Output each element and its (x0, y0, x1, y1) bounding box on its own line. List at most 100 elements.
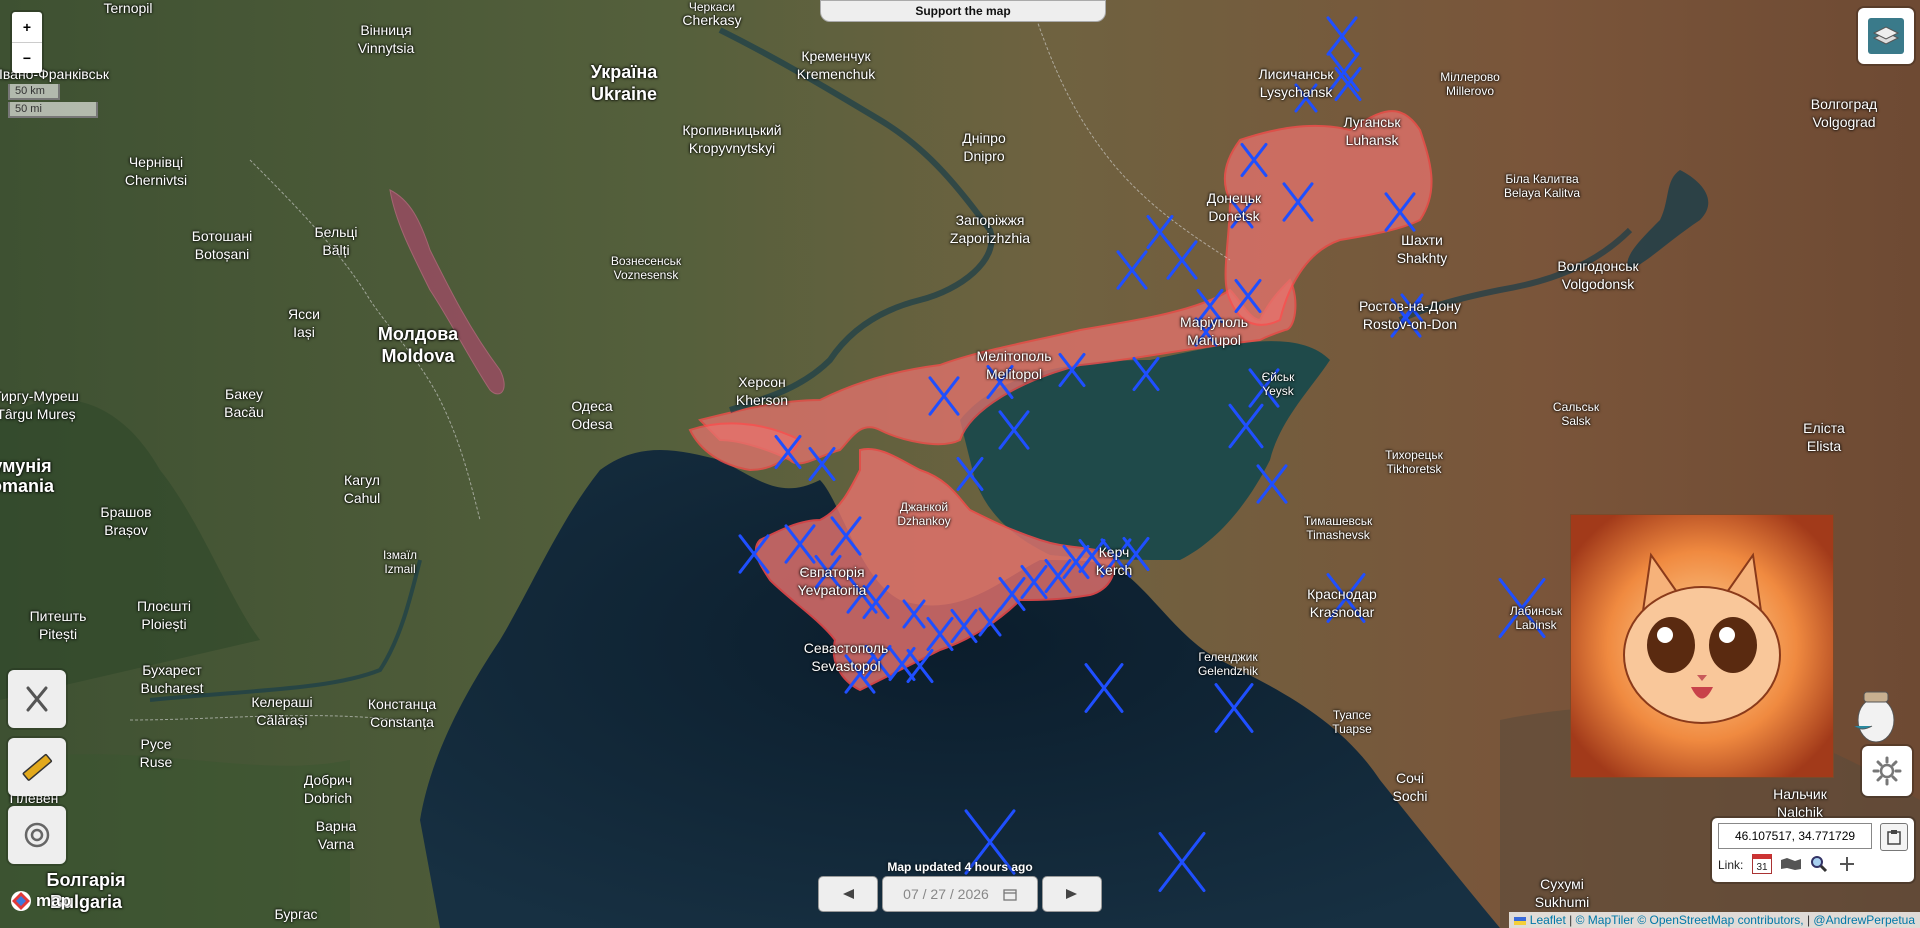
support-map-button[interactable]: Support the map (820, 0, 1106, 22)
place-label-varna: Varna (317, 836, 355, 852)
place-label-balti-ua: Бельці (314, 224, 358, 240)
place-label-chernivtsi-ua: Чернівці (128, 154, 184, 170)
place-label-bulgaria-ua: Болгарія (46, 870, 126, 890)
arrow-right-icon (1066, 889, 1077, 899)
date-value: 07 / 27 / 2026 (903, 886, 989, 902)
place-label-lysychansk: Lysychansk (1259, 84, 1333, 100)
markers-toggle-button[interactable] (8, 670, 66, 728)
clipboard-icon (1887, 830, 1901, 845)
place-label-mariupol-ua: Маріуполь (1179, 314, 1249, 330)
place-label-rostov: Rostov-on-Don (1362, 316, 1458, 332)
place-label-cahul: Cahul (343, 490, 381, 506)
locate-button[interactable] (8, 806, 66, 864)
place-label-kalitva: Belaya Kalitva (1503, 186, 1581, 200)
place-label-zaporizhzhia-ua: Запоріжжя (955, 212, 1025, 228)
place-label-cherkasy: Cherkasy (682, 12, 742, 28)
prev-date-button[interactable] (818, 876, 878, 912)
place-label-gelendzhik-ua: Геленджик (1198, 650, 1258, 664)
place-label-botosani-ua: Ботошані (191, 228, 253, 244)
place-label-donetsk-ua: Донецьк (1206, 190, 1262, 206)
zoom-out-button[interactable]: − (12, 43, 42, 73)
zoom-control: + − (12, 12, 42, 73)
place-label-yeysk: Yeysk (1262, 384, 1294, 398)
zoom-in-button[interactable]: + (12, 12, 42, 43)
place-label-tikhoretsk: Tikhoretsk (1386, 462, 1442, 476)
layers-icon (1868, 18, 1904, 54)
cat-mascot-image (1570, 514, 1834, 778)
world-map-icon (1781, 858, 1801, 870)
copy-coords-button[interactable] (1880, 823, 1908, 851)
place-label-bacau: Bacău (224, 404, 264, 420)
place-label-romania: Romania (0, 476, 55, 496)
measure-tool-button[interactable] (8, 738, 66, 796)
place-label-krasnodar-ua: Краснодар (1307, 586, 1377, 602)
place-label-izmail-ua: Ізмаїл (382, 548, 418, 562)
author-link[interactable]: @AndrewPerpetua (1813, 913, 1915, 927)
osm-link[interactable]: © OpenStreetMap contributors, (1637, 913, 1803, 927)
date-picker[interactable]: 07 / 27 / 2026 (882, 876, 1038, 912)
place-label-calarasi-ua: Келераші (251, 694, 313, 710)
mascot-icon (1853, 691, 1895, 743)
leaflet-link[interactable]: Leaflet (1530, 913, 1566, 927)
place-label-bacau-ua: Бакеу (225, 386, 263, 402)
place-label-kalitva-ua: Біла Калитва (1505, 172, 1579, 186)
place-label-ukraine-ua: Україна (590, 62, 658, 82)
place-label-sevastopol: Sevastopol (811, 658, 881, 674)
place-label-tuapse: Tuapse (1332, 722, 1372, 736)
attribution-separator-1: | (1565, 913, 1576, 927)
scale-mi: 50 mi (8, 102, 98, 118)
place-label-moldova: Moldova (381, 346, 455, 366)
place-label-sukhumi: Sukhumi (1534, 894, 1590, 910)
maptiler-link[interactable]: © MapTiler (1576, 913, 1634, 927)
place-label-ruse: Ruse (139, 754, 173, 770)
place-label-volgograd: Volgograd (1812, 114, 1876, 130)
place-label-bucharest: Bucharest (140, 680, 204, 696)
place-label-timashevsk-ua: Тимашевськ (1303, 514, 1373, 528)
link-zoom-button[interactable] (1808, 854, 1830, 874)
place-label-tuapse-ua: Туапсе (1332, 708, 1372, 722)
place-label-iasi: Iași (293, 324, 315, 340)
settings-button[interactable] (1862, 746, 1912, 796)
link-map-button[interactable] (1778, 854, 1804, 874)
place-label-volgodonsk: Volgodonsk (1561, 276, 1635, 292)
place-label-vinnytsia: Vinnytsia (357, 40, 415, 56)
place-label-timashevsk: Timashevsk (1306, 528, 1370, 542)
place-label-brasov: Brașov (104, 522, 148, 538)
place-label-melitopol: Melitopol (985, 366, 1043, 382)
coordinates-input[interactable] (1718, 823, 1872, 849)
place-label-donetsk: Donetsk (1208, 208, 1260, 224)
place-label-dobrich-ua: Добрич (303, 772, 353, 788)
layers-button[interactable] (1858, 8, 1914, 64)
place-label-kremenchuk-ua: Кременчук (801, 48, 871, 64)
place-label-ukraine: Ukraine (590, 84, 658, 104)
maptiler-logo[interactable]: map (10, 890, 71, 912)
place-label-botosani: Botoșani (194, 246, 250, 262)
place-label-kropyvnytskyi-ua: Кропивницький (682, 122, 782, 138)
place-label-lysychansk-ua: Лисичанськ (1258, 66, 1334, 82)
place-label-krasnodar: Krasnodar (1309, 604, 1375, 620)
place-label-nalchik-ua: Нальчик (1773, 786, 1827, 802)
place-label-kerch: Kerch (1095, 562, 1133, 578)
place-label-gelendzhik: Gelendzhik (1197, 664, 1259, 678)
arrow-left-icon (843, 889, 854, 899)
map-canvas[interactable] (0, 0, 1920, 928)
map-updated-text: Map updated 4 hours ago (887, 860, 1033, 874)
place-label-ruse-ua: Русе (140, 736, 172, 752)
place-label-voznesensk: Voznesensk (613, 268, 679, 282)
next-date-button[interactable] (1042, 876, 1102, 912)
place-label-odesa-ua: Одеса (571, 398, 613, 414)
place-label-kropyvnytskyi: Kropyvnytskyi (688, 140, 776, 156)
place-label-zaporizhzhia: Zaporizhzhia (949, 230, 1031, 246)
ruler-icon (22, 753, 53, 781)
place-label-kremenchuk: Kremenchuk (796, 66, 876, 82)
link-date-button[interactable]: 31 (1752, 854, 1772, 874)
place-label-balti: Bălți (322, 242, 350, 258)
coordinates-panel: Link: 31 (1712, 818, 1914, 882)
place-label-luhansk: Luhansk (1345, 132, 1399, 148)
place-label-kerch-ua: Керч (1098, 544, 1130, 560)
place-label-iasi-ua: Ясси (288, 306, 320, 322)
link-crosshair-button[interactable] (1836, 854, 1858, 874)
place-label-shakhty: Shakhty (1396, 250, 1448, 266)
target-icon (24, 822, 50, 848)
place-label-ternopil: Ternopil (103, 0, 153, 16)
